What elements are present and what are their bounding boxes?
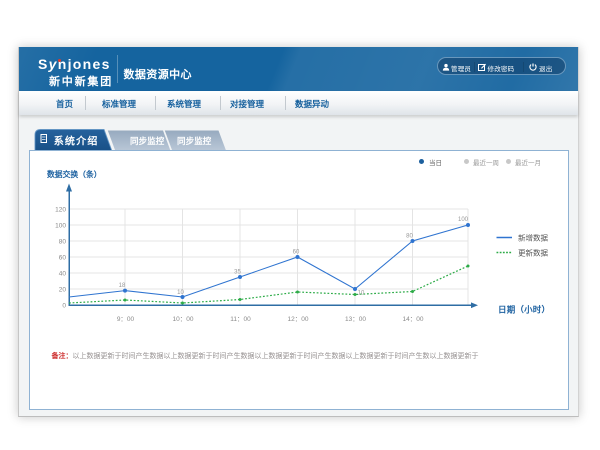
svg-text:10: 10: [358, 291, 365, 297]
svg-text:14：00: 14：00: [403, 316, 424, 323]
svg-text:9：00: 9：00: [117, 316, 135, 323]
svg-text:13：00: 13：00: [345, 316, 366, 323]
svg-text:更新数据: 更新数据: [518, 248, 548, 258]
svg-text:数据交换（条）: 数据交换（条）: [47, 169, 102, 179]
svg-text:0: 0: [62, 303, 66, 310]
svg-text:100: 100: [458, 217, 469, 223]
svg-text:60: 60: [59, 255, 67, 262]
svg-text:18: 18: [119, 283, 126, 289]
svg-text:60: 60: [293, 250, 300, 256]
svg-text:10：00: 10：00: [173, 316, 194, 323]
svg-text:日期（小时）: 日期（小时）: [498, 305, 550, 315]
svg-text:同步监控: 同步监控: [177, 136, 212, 146]
svg-text:80: 80: [59, 239, 67, 246]
svg-text:同步监控: 同步监控: [130, 136, 165, 146]
svg-text:100: 100: [55, 223, 66, 230]
svg-text:新增数据: 新增数据: [518, 233, 548, 243]
svg-text:系统介绍: 系统介绍: [54, 135, 99, 148]
svg-text:11：00: 11：00: [230, 316, 251, 323]
svg-text:80: 80: [406, 234, 413, 240]
svg-text:12：00: 12：00: [288, 316, 309, 323]
svg-text:35: 35: [234, 270, 241, 276]
svg-text:20: 20: [59, 287, 67, 294]
svg-text:10: 10: [177, 290, 184, 296]
svg-text:40: 40: [59, 271, 67, 278]
svg-text:120: 120: [55, 207, 66, 214]
